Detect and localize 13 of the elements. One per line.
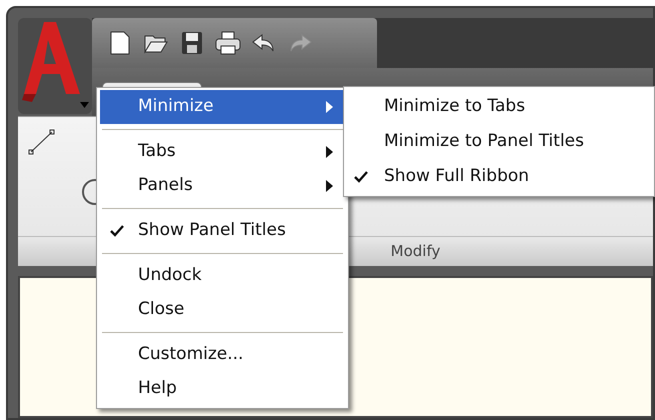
menu-item[interactable]: Minimize to Tabs: [344, 89, 654, 124]
menu-item[interactable]: Panels: [100, 169, 345, 203]
menu-item[interactable]: Minimize: [100, 90, 345, 124]
menu-item[interactable]: Minimize to Panel Titles: [344, 124, 654, 159]
menu-item[interactable]: Tabs: [100, 135, 345, 169]
line-tool-icon[interactable]: [28, 129, 56, 155]
dropdown-arrow-icon: [80, 102, 89, 108]
print-icon[interactable]: [214, 29, 242, 57]
menu-item[interactable]: Customize...: [100, 338, 345, 372]
menu-item[interactable]: Help: [100, 372, 345, 406]
logo-icon: [22, 20, 82, 102]
menu-item[interactable]: Close: [100, 293, 345, 327]
menu-item[interactable]: Show Full Ribbon: [344, 159, 654, 194]
